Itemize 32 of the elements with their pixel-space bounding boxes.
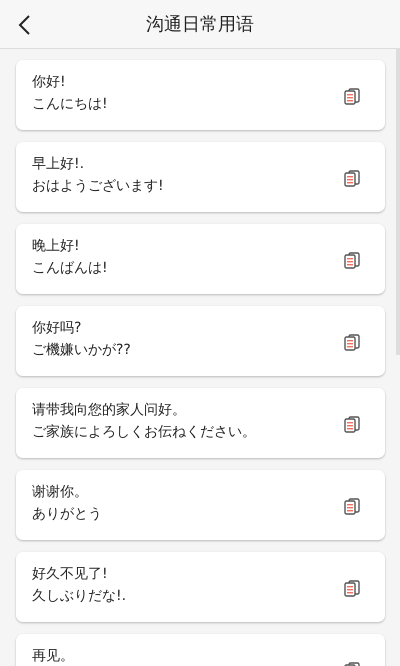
copy-icon[interactable]: [343, 251, 361, 269]
copy-icon[interactable]: [343, 169, 361, 187]
chinese-text: 你好吗?: [32, 320, 82, 336]
japanese-text: こんにちは!: [32, 96, 109, 113]
japanese-text: ありがとう: [32, 506, 103, 523]
japanese-text: ご機嫌いかが??: [32, 342, 132, 359]
chinese-text: 请带我向您的家人问好。: [32, 402, 187, 418]
phrase-card[interactable]: 再见。: [16, 634, 385, 666]
copy-icon[interactable]: [343, 333, 361, 351]
back-icon[interactable]: [17, 14, 31, 36]
chinese-text: 早上好!.: [32, 156, 86, 172]
chinese-text: 好久不见了!: [32, 566, 109, 582]
japanese-text: ご家族によろしくお伝ねください。: [32, 424, 257, 441]
phrase-card[interactable]: 晚上好! こんばんは!: [16, 224, 385, 294]
phrase-card[interactable]: 你好吗? ご機嫌いかが??: [16, 306, 385, 376]
chinese-text: 你好!: [32, 74, 67, 90]
phrase-card[interactable]: 谢谢你。 ありがとう: [16, 470, 385, 540]
japanese-text: おはようございます!: [32, 178, 165, 195]
copy-icon[interactable]: [343, 87, 361, 105]
copy-icon[interactable]: [343, 415, 361, 433]
copy-icon[interactable]: [343, 497, 361, 515]
phrase-card[interactable]: 早上好!. おはようございます!: [16, 142, 385, 212]
phrase-card[interactable]: 好久不见了! 久しぶりだな!.: [16, 552, 385, 622]
chinese-text: 晚上好!: [32, 238, 81, 254]
japanese-text: こんばんは!: [32, 260, 109, 277]
chinese-text: 谢谢你。: [32, 484, 89, 500]
japanese-text: 久しぶりだな!.: [32, 588, 128, 605]
page-title: 沟通日常用语: [146, 13, 254, 36]
copy-icon[interactable]: [343, 579, 361, 597]
phrase-card[interactable]: 你好! こんにちは!: [16, 60, 385, 130]
phrase-card[interactable]: 请带我向您的家人问好。 ご家族によろしくお伝ねください。: [16, 388, 385, 458]
chinese-text: 再见。: [32, 648, 75, 664]
